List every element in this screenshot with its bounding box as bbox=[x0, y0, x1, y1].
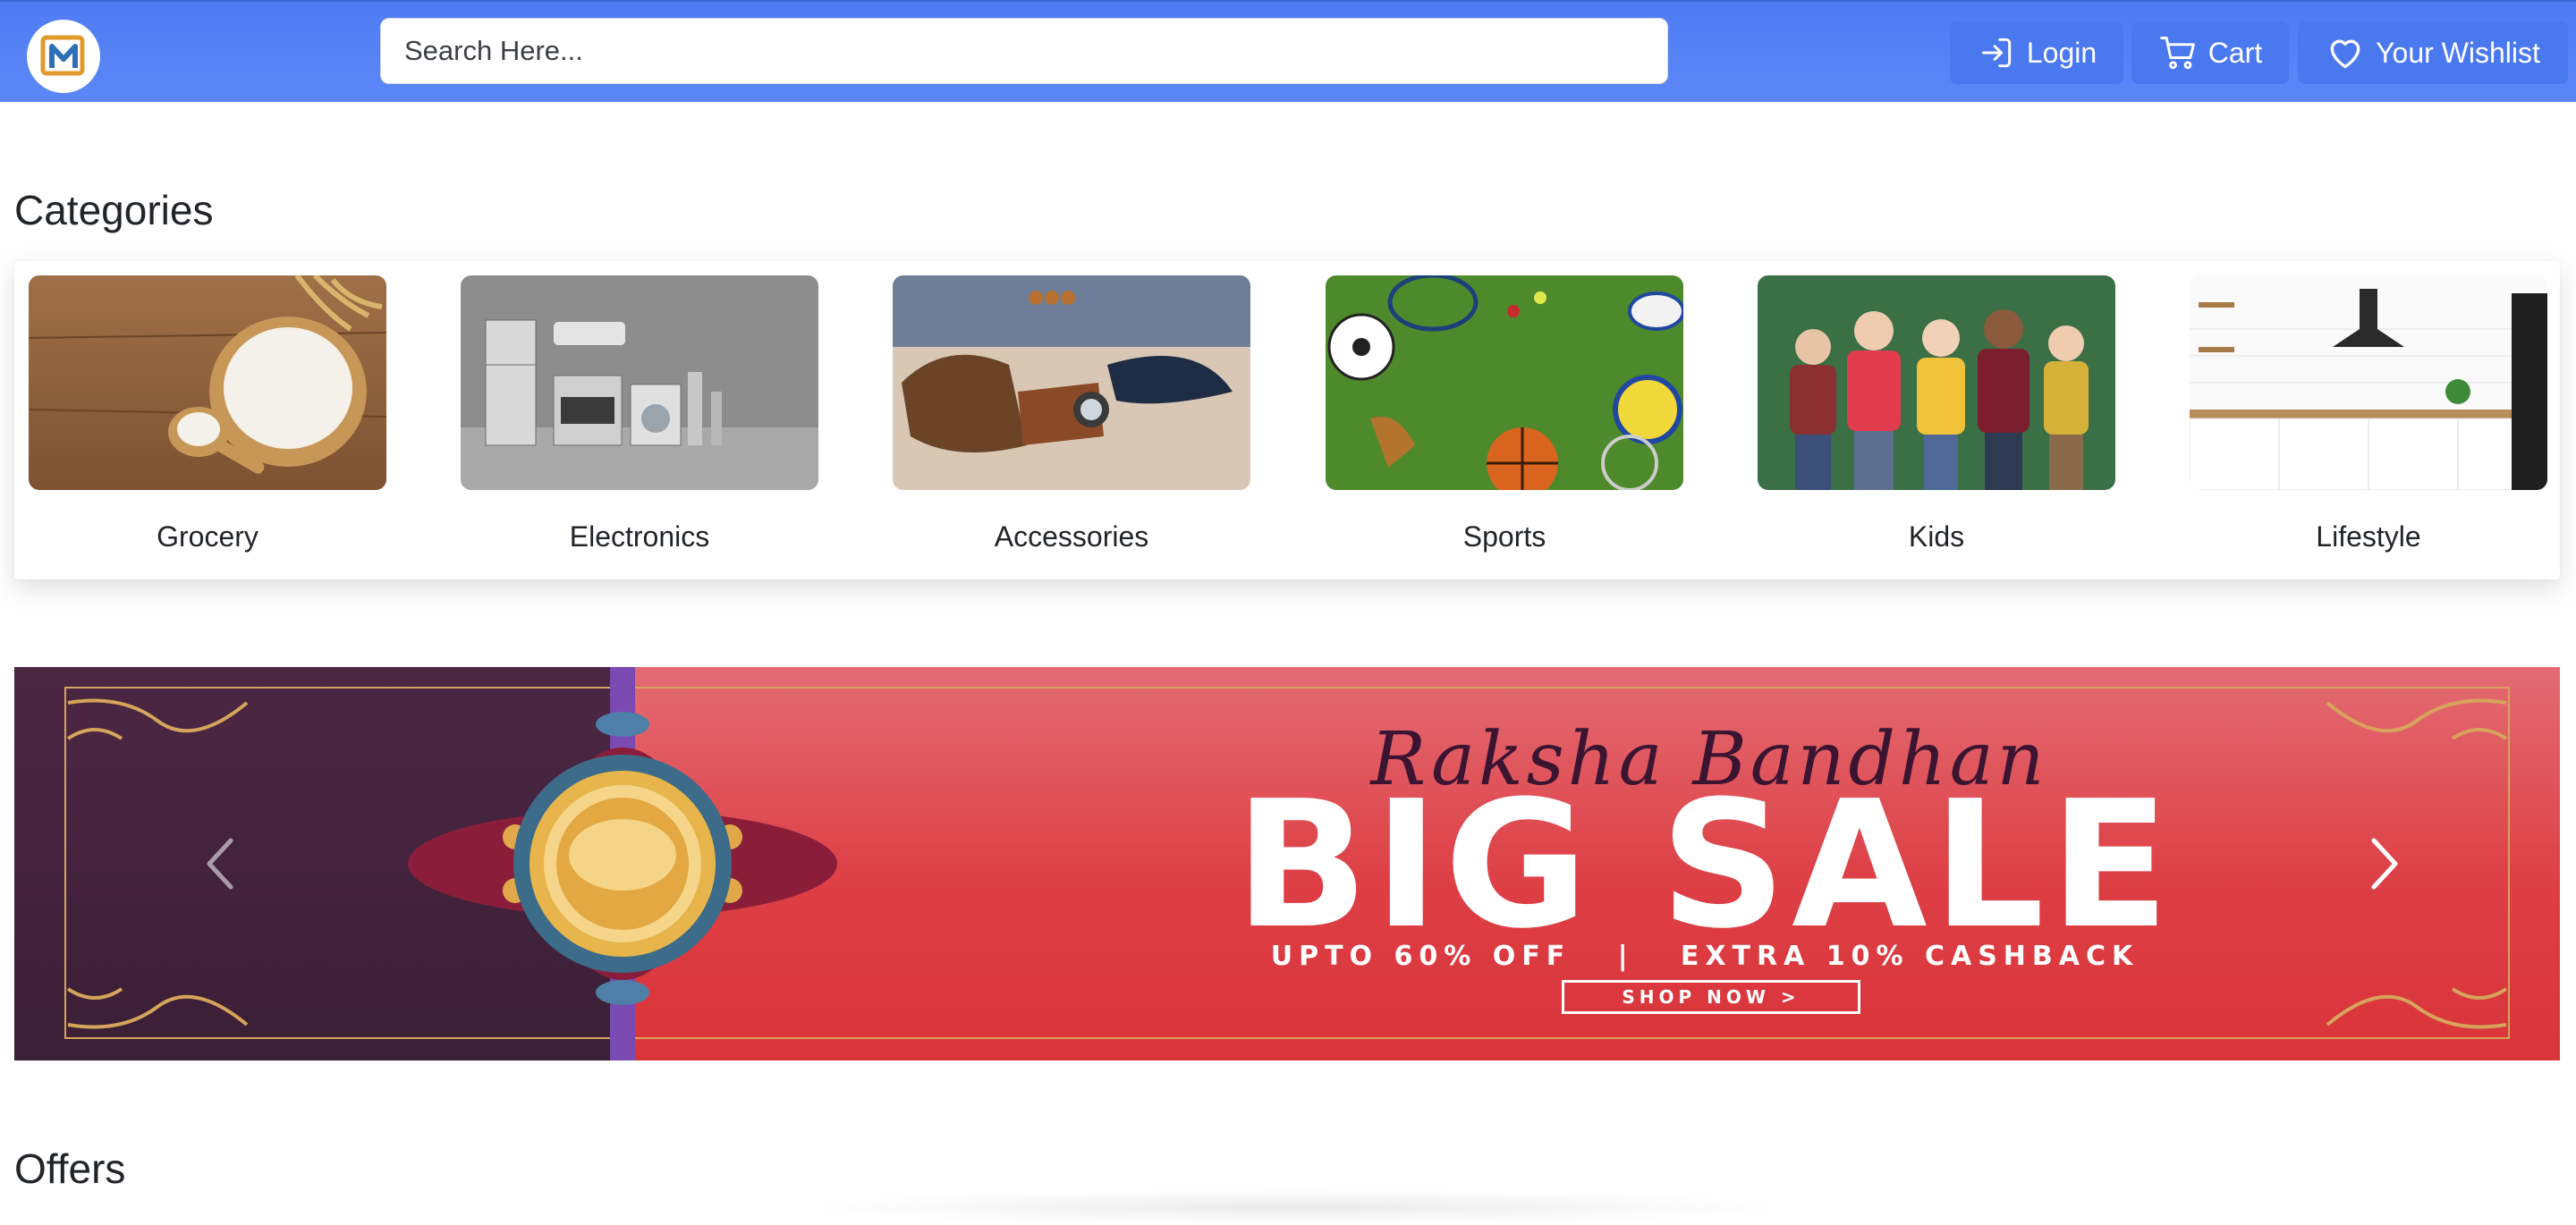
category-label: Kids bbox=[1908, 520, 1965, 553]
cart-button[interactable]: Cart bbox=[2131, 21, 2289, 84]
sports-image bbox=[1326, 275, 1683, 490]
category-label: Electronics bbox=[569, 520, 710, 553]
m-logo-icon bbox=[40, 35, 85, 76]
category-grocery[interactable]: Grocery bbox=[29, 275, 386, 553]
category-kids[interactable]: Kids bbox=[1758, 275, 2115, 553]
category-label: Lifestyle bbox=[2316, 520, 2421, 553]
category-electronics[interactable]: Electronics bbox=[461, 275, 818, 553]
promo-carousel[interactable]: Raksha Bandhan BIG SALE UPTO 60% OFF | E… bbox=[14, 667, 2560, 1060]
search-input[interactable] bbox=[380, 18, 1668, 84]
top-navbar: Login Cart Your Wishlist bbox=[0, 0, 2576, 102]
grocery-image bbox=[29, 275, 386, 490]
wishlist-label: Your Wishlist bbox=[2376, 36, 2540, 69]
lifestyle-image bbox=[2190, 275, 2547, 490]
offers-heading: Offers bbox=[14, 1145, 126, 1192]
category-label: Sports bbox=[1462, 520, 1546, 553]
banner-offer-line: UPTO 60% OFF | EXTRA 10% CASHBACK bbox=[1270, 941, 2140, 972]
electronics-image bbox=[461, 275, 818, 490]
carousel-prev-button[interactable] bbox=[166, 819, 274, 908]
shop-now-button[interactable]: SHOP NOW > bbox=[1562, 980, 1860, 1014]
login-label: Login bbox=[2026, 36, 2097, 69]
heart-icon bbox=[2330, 39, 2360, 69]
login-icon bbox=[1981, 38, 2011, 68]
cart-icon bbox=[2159, 37, 2195, 70]
category-label: Accessories bbox=[994, 520, 1149, 553]
offers-card-shadow bbox=[805, 1189, 1789, 1225]
category-lifestyle[interactable]: Lifestyle bbox=[2190, 275, 2547, 553]
site-logo[interactable] bbox=[27, 20, 100, 93]
wishlist-button[interactable]: Your Wishlist bbox=[2298, 21, 2568, 84]
chevron-left-icon bbox=[207, 838, 233, 890]
kids-image bbox=[1758, 275, 2115, 490]
carousel-next-button[interactable] bbox=[2331, 819, 2438, 908]
cart-label: Cart bbox=[2207, 36, 2263, 69]
chevron-right-icon bbox=[2371, 838, 2398, 890]
category-sports[interactable]: Sports bbox=[1326, 275, 1683, 553]
categories-heading: Categories bbox=[14, 187, 214, 233]
category-label: Grocery bbox=[157, 520, 258, 553]
categories-card: Grocery Electronics Accessories Sports K… bbox=[14, 261, 2560, 579]
login-button[interactable]: Login bbox=[1950, 21, 2123, 84]
banner-headline: BIG SALE bbox=[1234, 764, 2175, 967]
category-accessories[interactable]: Accessories bbox=[893, 275, 1250, 553]
accessories-image bbox=[893, 275, 1250, 490]
